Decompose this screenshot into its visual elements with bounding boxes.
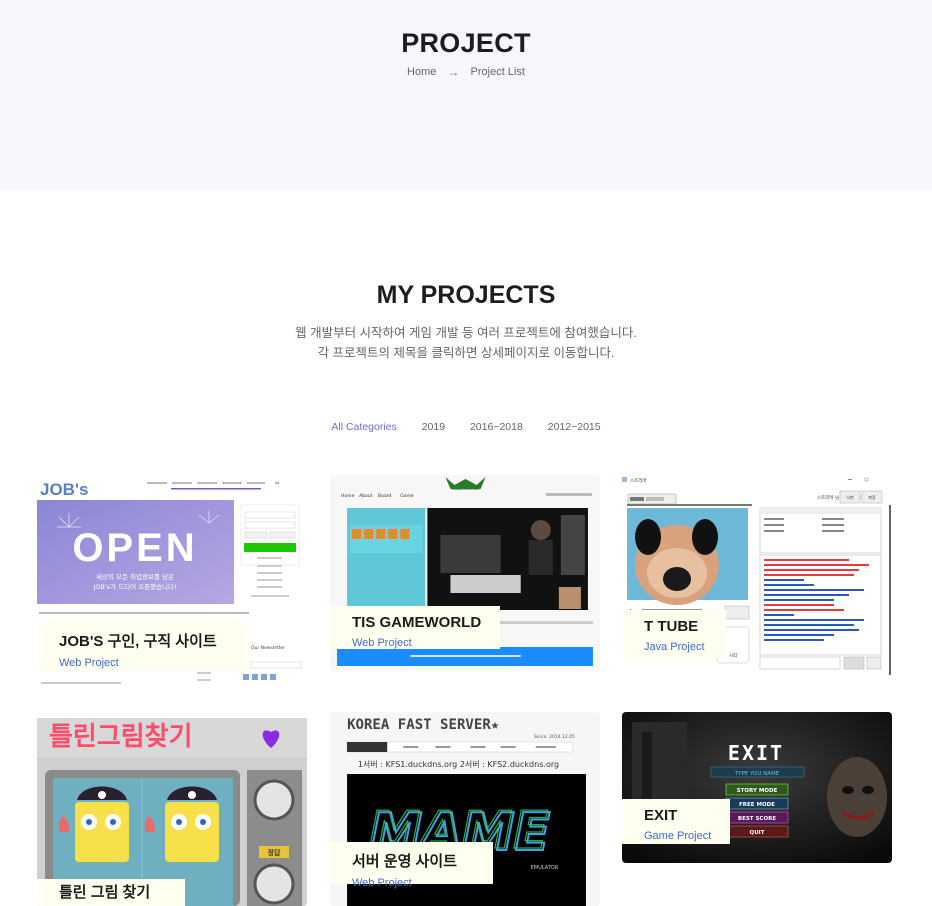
project-category: Web Project bbox=[59, 657, 119, 669]
project-category: Web Project bbox=[352, 637, 412, 649]
project-title[interactable]: EXIT bbox=[644, 807, 716, 824]
project-caption: JOB'S 구인, 구직 사이트 Web Project bbox=[37, 622, 249, 670]
thumb-play-label: 시작 bbox=[729, 652, 737, 659]
project-card-exit[interactable]: EXIT TYPE YOU NAME STORY MODE FREE MODE … bbox=[622, 712, 892, 863]
thumb-banner-text: OPEN bbox=[72, 526, 197, 570]
project-card-gameworld[interactable]: GAMEWORLD Home About Board Game TIS GAME… bbox=[330, 475, 600, 671]
breadcrumb: Home → Project List bbox=[0, 65, 932, 79]
filter-2019[interactable]: 2019 bbox=[422, 421, 445, 433]
project-title[interactable]: 서버 운영 사이트 bbox=[352, 850, 479, 871]
project-card-spot-difference[interactable]: 틀린그림찾기 정답 틀린 그림 찾기 bbox=[37, 712, 307, 906]
project-category: Web Project bbox=[352, 877, 412, 889]
thumb-badge: 정답 bbox=[268, 848, 281, 857]
description-line: 웹 개발부터 시작하여 게임 개발 등 여러 프로젝트에 참여했습니다. bbox=[295, 326, 637, 340]
thumb-banner-sub: JOB's가 드디어 오픈했습니다! bbox=[92, 582, 176, 591]
filter-all-categories[interactable]: All Categories bbox=[331, 421, 396, 433]
thumb-since-text: Since. 2014.12.05 bbox=[534, 734, 575, 740]
breadcrumb-current: Project List bbox=[470, 66, 525, 78]
project-card-ttube[interactable]: 스트리머 시작 스트리머 님 안녕하세요! 닉변 퇴장 T bbox=[622, 475, 892, 680]
project-caption: T TUBE Java Project bbox=[622, 610, 726, 658]
breadcrumb-home[interactable]: Home bbox=[407, 66, 436, 78]
thumb-logo-text: GAMEWORLD bbox=[452, 486, 479, 491]
filter-2012-2015[interactable]: 2012~2015 bbox=[548, 421, 601, 433]
thumb-side-button: 퇴장 bbox=[868, 494, 876, 500]
page-hero: PROJECT Home → Project List bbox=[0, 0, 932, 190]
project-title[interactable]: 틀린 그림 찾기 bbox=[59, 881, 171, 902]
section-title: MY PROJECTS bbox=[376, 281, 556, 309]
project-category: Game Project bbox=[644, 830, 712, 842]
thumb-banner-sub: 세상의 모든 취업정보를 담은 bbox=[96, 572, 174, 581]
thumb-nav-item: Home bbox=[341, 493, 355, 499]
thumb-name-input: TYPE YOU NAME bbox=[734, 771, 780, 777]
project-card-server[interactable]: KOREA FAST SERVER★ Since. 2014.12.05 1서버… bbox=[330, 712, 600, 906]
thumb-logo-text: EXIT bbox=[728, 741, 784, 765]
arrow-right-icon: → bbox=[447, 65, 460, 79]
project-category: Java Project bbox=[644, 641, 705, 653]
project-caption: 틀린 그림 찾기 bbox=[37, 879, 185, 906]
project-thumbnail: 틀린그림찾기 정답 bbox=[37, 712, 307, 906]
thumb-side-button: 닉변 bbox=[846, 494, 854, 500]
thumb-menu-item: FREE MODE bbox=[739, 802, 775, 808]
filter-2016-2018[interactable]: 2016~2018 bbox=[470, 421, 523, 433]
project-caption: TIS GAMEWORLD Web Project bbox=[330, 606, 500, 649]
thumb-emulator-text: EMULATOR bbox=[531, 865, 559, 871]
thumb-menu-item: BEST SCORE bbox=[738, 816, 776, 822]
thumb-logo-text: JOB's bbox=[40, 480, 88, 499]
project-title[interactable]: JOB'S 구인, 구직 사이트 bbox=[59, 630, 235, 651]
thumb-newsletter-text: Our Newsletter bbox=[251, 645, 285, 651]
thumb-nav-item: Board bbox=[378, 493, 391, 499]
section-description: 웹 개발부터 시작하여 게임 개발 등 여러 프로젝트에 참여했습니다. 각 프… bbox=[0, 323, 932, 363]
project-caption: 서버 운영 사이트 Web Project bbox=[330, 842, 493, 889]
thumb-banner-text: 틀린그림찾기 bbox=[49, 722, 193, 752]
thumb-nav-item: About bbox=[359, 493, 373, 499]
project-title[interactable]: TIS GAMEWORLD bbox=[352, 614, 486, 631]
project-card-jobs[interactable]: JOB's OPEN 세상의 모든 취업정보를 담은 JOB's가 드디어 오픈… bbox=[37, 475, 307, 688]
thumb-window-title: 스트리머 bbox=[630, 477, 647, 484]
project-caption: EXIT Game Project bbox=[622, 799, 730, 844]
project-title[interactable]: T TUBE bbox=[644, 618, 712, 635]
description-line: 각 프로젝트의 제목을 클릭하면 상세페이지로 이동합니다. bbox=[317, 346, 615, 360]
category-filters: All Categories 2019 2016~2018 2012~2015 bbox=[0, 421, 932, 433]
thumb-nav-item: Game bbox=[400, 493, 414, 499]
thumb-servers-text: 1서버 : KFS1.duckdns.org 2서버 : KFS2.duckdn… bbox=[358, 759, 559, 769]
thumb-menu-item: QUIT bbox=[750, 830, 765, 836]
page-title: PROJECT bbox=[401, 28, 531, 58]
thumb-menu-item: STORY MODE bbox=[737, 788, 778, 794]
thumb-banner-text: KOREA FAST SERVER★ bbox=[347, 717, 500, 733]
